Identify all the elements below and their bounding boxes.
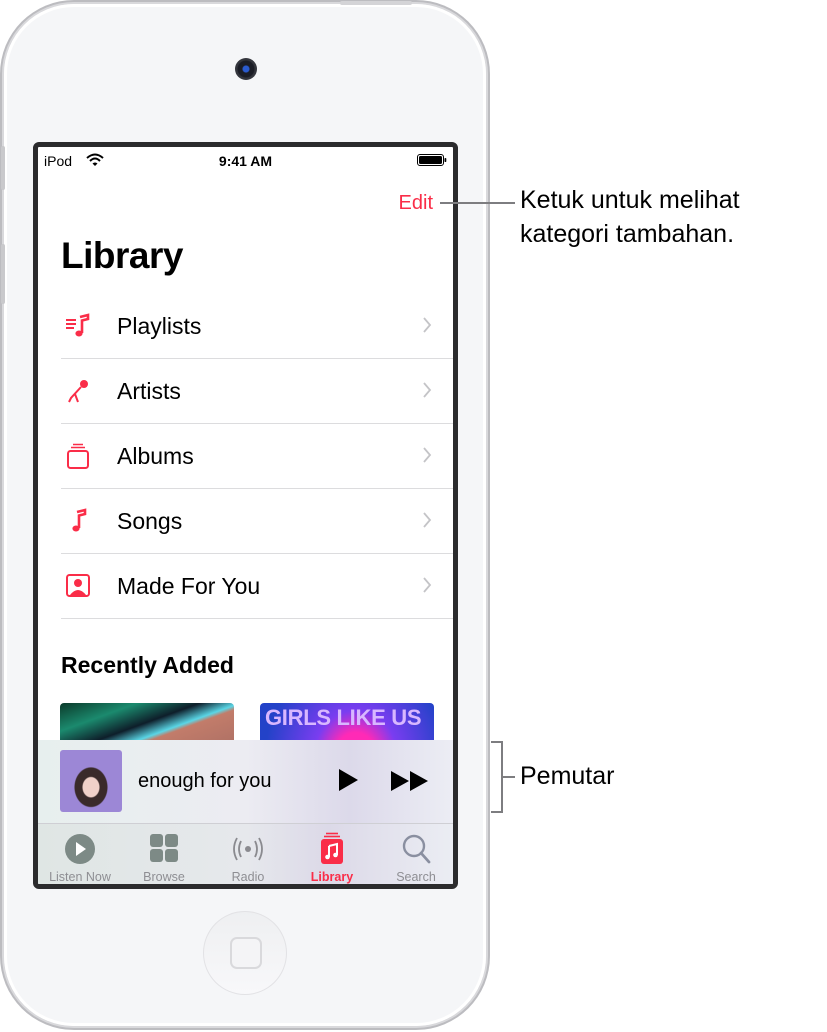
tab-search[interactable]: Search (374, 824, 453, 884)
volume-down-button (1, 244, 5, 304)
library-item-albums[interactable]: Albums (61, 424, 453, 489)
album-cover-text: GIRLS LIKE US (265, 705, 422, 730)
library-item-label: Songs (117, 508, 183, 534)
now-playing-artwork (60, 750, 122, 812)
library-item-playlists[interactable]: Playlists (61, 294, 453, 359)
person-square-icon (66, 574, 90, 597)
callout-edit-note: Ketuk untuk melihat kategori tambahan. (520, 183, 740, 251)
top-button (340, 1, 412, 5)
tab-browse[interactable]: Browse (122, 824, 206, 884)
tab-label: Browse (143, 870, 185, 884)
callout-bracket-tick (503, 776, 515, 778)
music-note-icon (72, 508, 87, 532)
front-camera-icon (235, 58, 257, 80)
callout-player-note: Pemutar (520, 762, 615, 790)
microphone-icon (68, 380, 88, 403)
library-list: Playlists Artists Albums Songs Made For … (61, 294, 453, 619)
library-icon (321, 832, 343, 864)
search-icon (402, 834, 431, 864)
callout-text-line: kategori tambahan. (520, 220, 735, 248)
library-item-songs[interactable]: Songs (61, 489, 453, 554)
radio-waves-icon (233, 837, 263, 861)
play-circle-icon (65, 834, 95, 864)
battery-icon (417, 154, 447, 166)
tab-label: Search (396, 870, 436, 884)
library-item-label: Artists (117, 378, 181, 404)
home-square-icon (230, 937, 262, 969)
grid-icon (150, 834, 178, 862)
tab-bar: Listen Now Browse Radio Library Search (38, 824, 453, 884)
library-item-label: Made For You (117, 573, 261, 599)
edit-button[interactable]: Edit (399, 192, 433, 215)
playlist-icon (66, 313, 90, 337)
chevron-right-icon (423, 382, 432, 398)
tab-label: Library (310, 870, 354, 884)
status-bar: iPod 9:41 AM (38, 147, 453, 173)
chevron-right-icon (423, 447, 432, 463)
volume-up-button (1, 146, 5, 190)
album-stack-icon (67, 443, 89, 469)
library-item-artists[interactable]: Artists (61, 359, 453, 424)
callout-bracket-bottom (491, 811, 503, 813)
library-item-label: Playlists (117, 313, 202, 339)
home-button[interactable] (203, 911, 287, 995)
mini-player[interactable]: enough for you (38, 740, 453, 824)
callout-text-line: Ketuk untuk melihat (520, 186, 740, 214)
recently-added-heading: Recently Added (61, 652, 234, 678)
library-item-label: Albums (117, 443, 194, 469)
chevron-right-icon (423, 317, 432, 333)
callout-line-edit (440, 202, 515, 204)
now-playing-title: enough for you (138, 770, 272, 792)
chevron-right-icon (423, 512, 432, 528)
library-item-made-for-you[interactable]: Made For You (61, 554, 453, 619)
tab-listen-now[interactable]: Listen Now (38, 824, 122, 884)
chevron-right-icon (423, 577, 432, 593)
status-time: 9:41 AM (218, 153, 273, 169)
tab-radio[interactable]: Radio (206, 824, 290, 884)
play-button[interactable] (336, 768, 360, 792)
tab-label: Radio (231, 870, 265, 884)
fast-forward-button[interactable] (390, 770, 430, 792)
tab-label: Listen Now (49, 870, 111, 884)
page-title: Library (61, 235, 183, 276)
tab-library[interactable]: Library (290, 824, 374, 884)
screen: iPod 9:41 AM Edit Library Playlists Arti… (33, 142, 458, 889)
